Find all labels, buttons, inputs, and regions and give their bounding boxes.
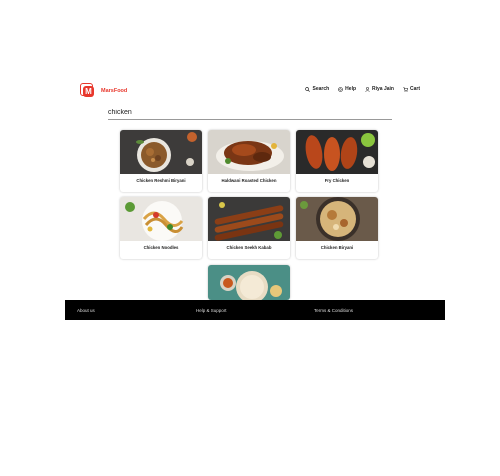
brand-name: MarsFood bbox=[101, 87, 128, 94]
dish-name: Chicken Reshmi Biryani bbox=[136, 178, 186, 183]
nav-user[interactable]: Riya Jain bbox=[365, 86, 394, 92]
brand-logo[interactable]: M MarsFood bbox=[80, 83, 127, 98]
dish-card[interactable]: Chicken Noodles bbox=[120, 197, 202, 259]
dish-image bbox=[120, 197, 202, 241]
cart-icon bbox=[403, 86, 408, 92]
dish-card[interactable]: Chicken Reshmi Biryani bbox=[120, 130, 202, 192]
dish-card[interactable] bbox=[208, 265, 290, 300]
dish-name: Chicken Noodles bbox=[143, 245, 179, 250]
footer-help-link[interactable]: Help & Support bbox=[196, 308, 227, 313]
nav-search[interactable]: Search bbox=[305, 86, 329, 92]
top-nav: Search Help Riya Jain Cart bbox=[305, 86, 420, 92]
user-icon bbox=[365, 86, 370, 92]
dish-card[interactable]: Chicken Seekh Kabab bbox=[208, 197, 290, 259]
nav-user-label: Riya Jain bbox=[372, 86, 394, 92]
dish-image bbox=[296, 197, 378, 241]
dish-image bbox=[208, 130, 290, 174]
search-icon bbox=[305, 86, 311, 92]
nav-search-label: Search bbox=[312, 86, 330, 92]
dish-image bbox=[120, 130, 202, 174]
dish-name: Haldwani Roasted Chicken bbox=[221, 178, 277, 183]
dish-image bbox=[208, 265, 290, 300]
dish-name: Chicken Biryani bbox=[320, 245, 354, 250]
page: M MarsFood Search Help Riya Jain Cart ch… bbox=[65, 75, 445, 320]
dish-card[interactable]: Fry Chicken bbox=[296, 130, 378, 192]
dish-card[interactable]: Haldwani Roasted Chicken bbox=[208, 130, 290, 192]
marsfood-logo-icon: M bbox=[80, 83, 95, 98]
dish-name: Fry Chicken bbox=[324, 178, 350, 183]
footer-about-link[interactable]: About us bbox=[77, 308, 95, 313]
dish-image bbox=[296, 130, 378, 174]
dish-card[interactable]: Chicken Biryani bbox=[296, 197, 378, 259]
footer: About us Help & Support Terms & Conditio… bbox=[65, 300, 445, 320]
dish-image bbox=[208, 197, 290, 241]
nav-help[interactable]: Help bbox=[338, 86, 356, 92]
nav-cart[interactable]: Cart bbox=[403, 86, 420, 92]
nav-cart-label: Cart bbox=[409, 86, 420, 92]
footer-terms-link[interactable]: Terms & Conditions bbox=[314, 308, 353, 313]
search-input[interactable] bbox=[108, 106, 392, 120]
nav-help-label: Help bbox=[345, 86, 357, 92]
dish-name: Chicken Seekh Kabab bbox=[226, 245, 272, 250]
help-icon bbox=[338, 86, 343, 92]
